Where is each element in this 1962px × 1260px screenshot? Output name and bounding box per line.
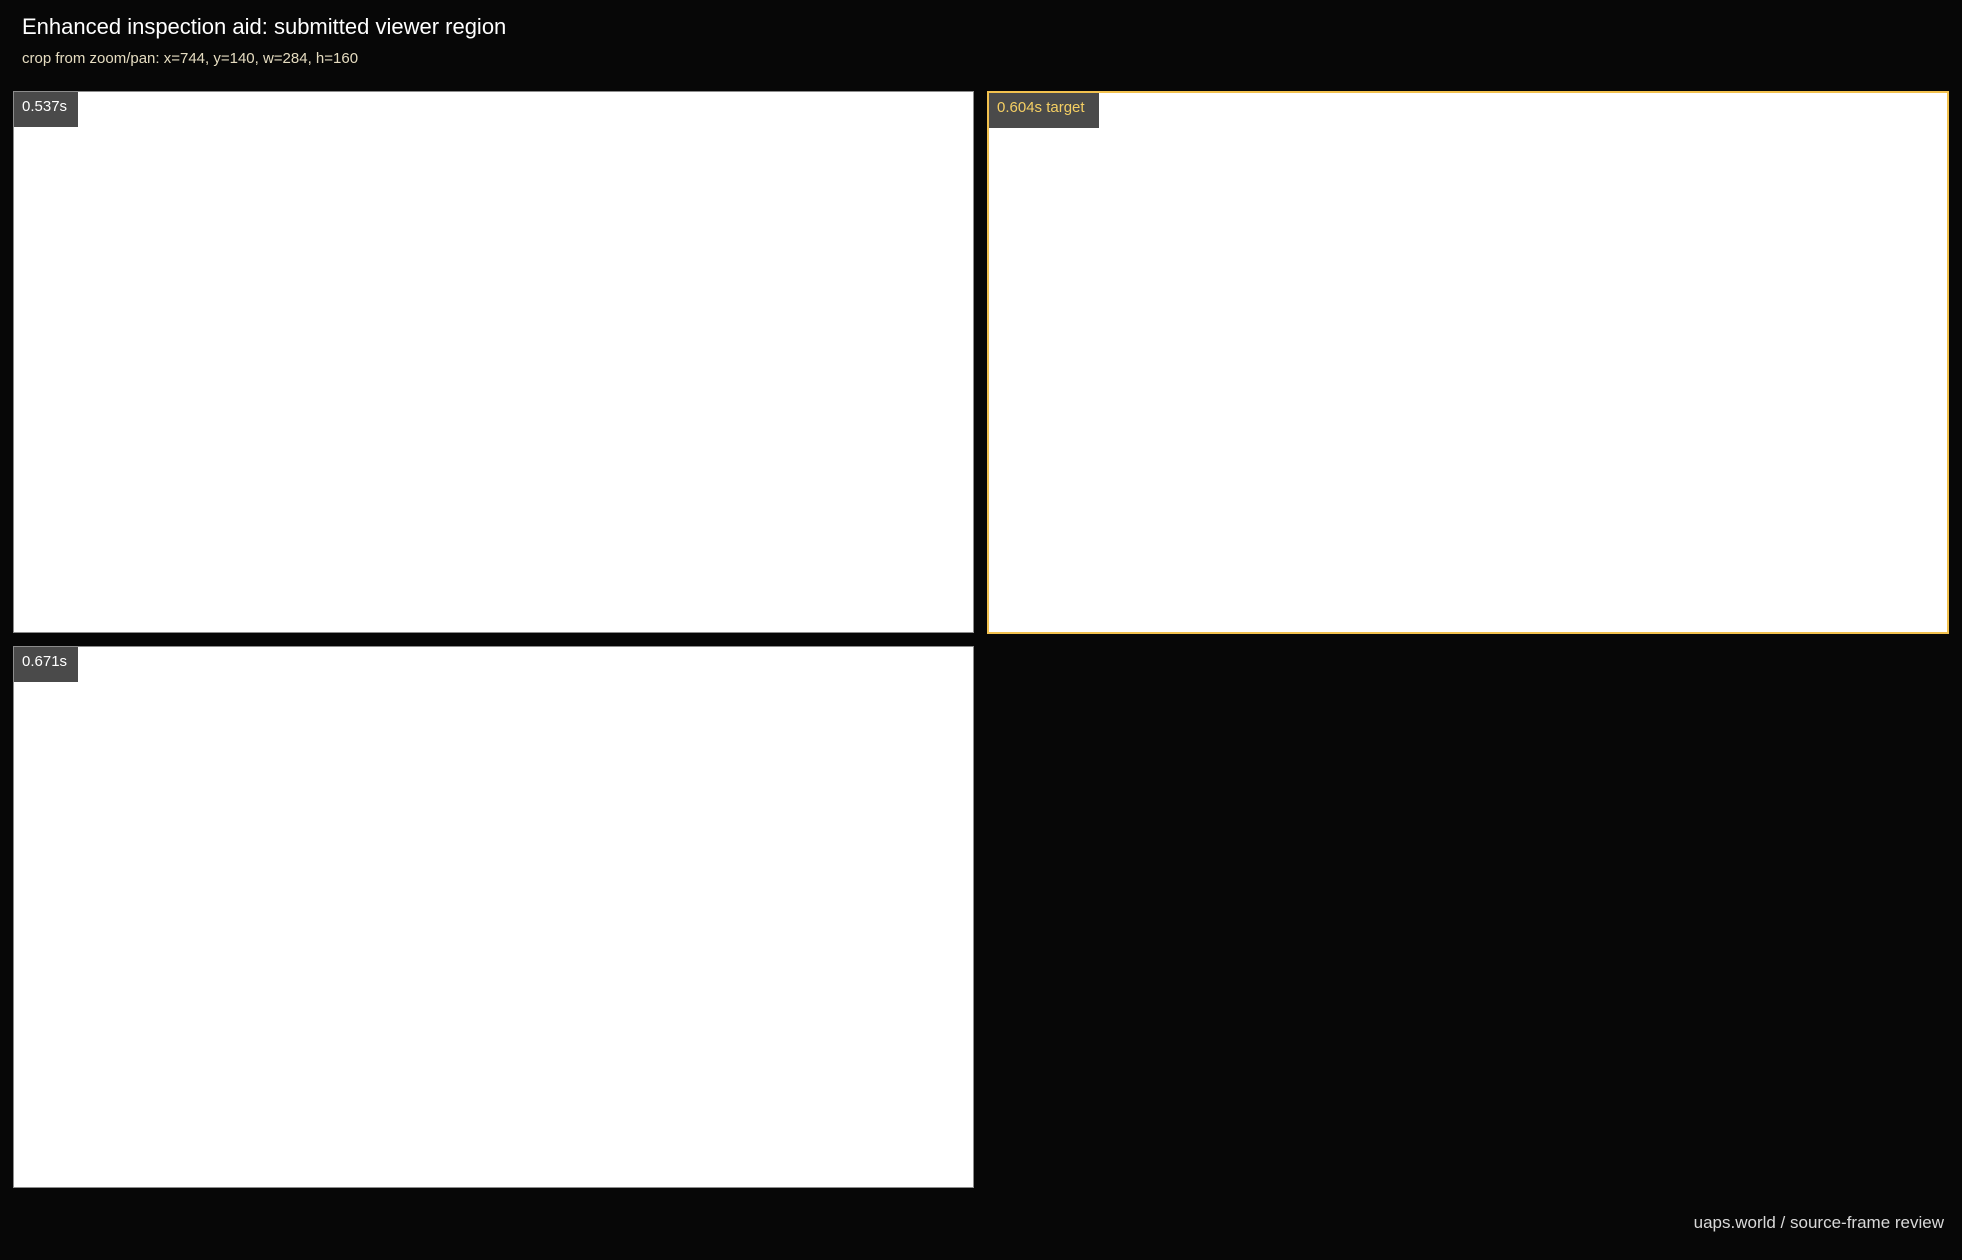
crop-info: crop from zoom/pan: x=744, y=140, w=284,… xyxy=(22,50,359,67)
frame-panel-target[interactable]: 0.604s target xyxy=(987,91,1949,634)
frame-panel-0537[interactable]: 0.537s xyxy=(13,91,974,633)
frame-timestamp-label: 0.671s xyxy=(14,647,78,682)
inspection-page: Enhanced inspection aid: submitted viewe… xyxy=(0,0,1962,1260)
frame-timestamp-label: 0.537s xyxy=(14,92,78,127)
frame-timestamp-label-target: 0.604s target xyxy=(989,93,1099,128)
page-title: Enhanced inspection aid: submitted viewe… xyxy=(22,14,507,39)
footer-credit: uaps.world / source-frame review xyxy=(1693,1213,1944,1232)
frame-panel-0671[interactable]: 0.671s xyxy=(13,646,974,1188)
